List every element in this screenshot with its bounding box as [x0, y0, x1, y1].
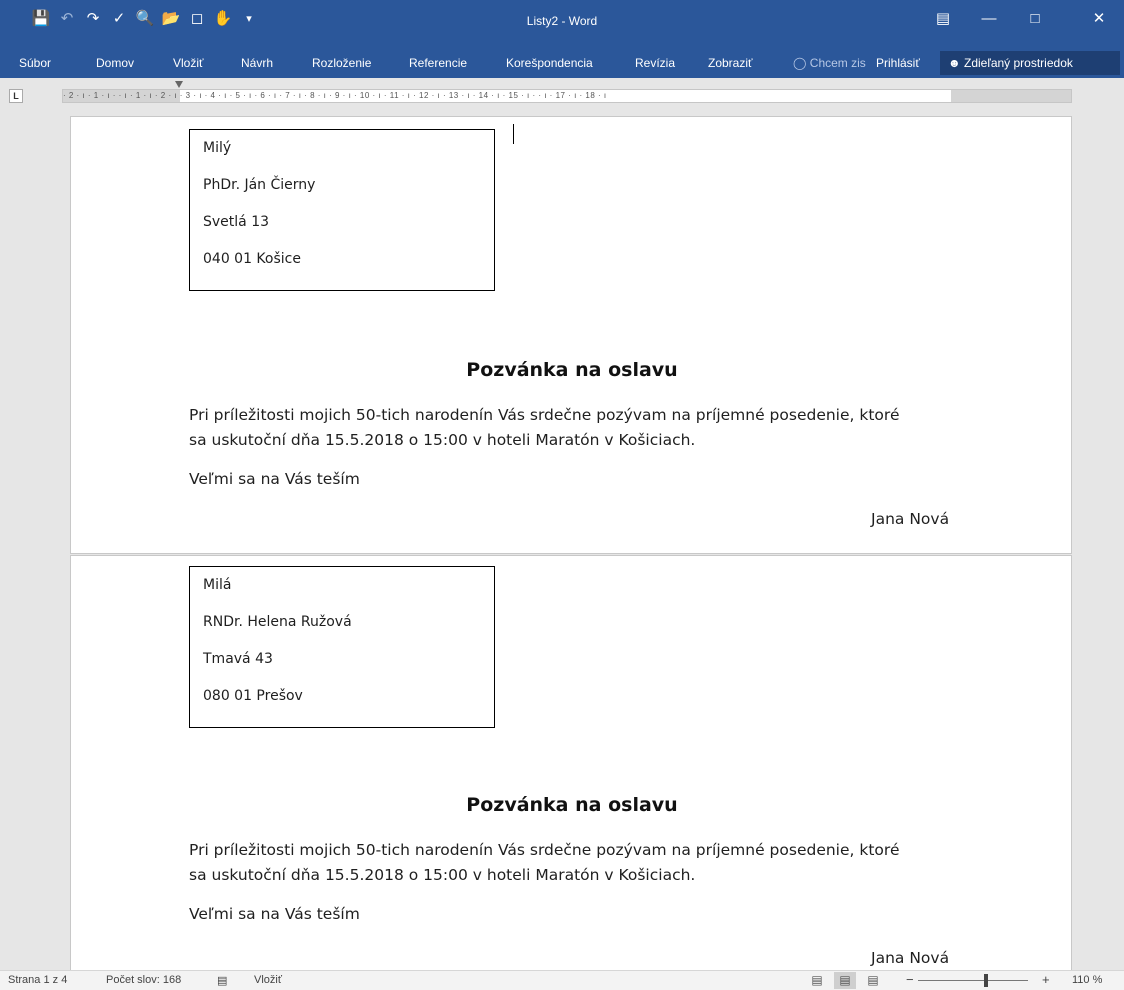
ruler-ticks: · 2 · ı · 1 · ı · · ı · 1 · ı · 2 · ı · …: [63, 91, 607, 100]
letter-body-line: Pri príležitosti mojich 50-tich narodení…: [189, 841, 900, 859]
page[interactable]: Milý PhDr. Ján Čierny Svetlá 13 040 01 K…: [70, 116, 1072, 554]
document-area[interactable]: Milý PhDr. Ján Čierny Svetlá 13 040 01 K…: [0, 114, 1124, 970]
letter-signature: Jana Nová: [871, 510, 950, 528]
status-bar: Strana 1 z 4 Počet slov: 168 ▤ Vložiť ▤ …: [0, 970, 1124, 990]
tell-me-label: Chcem zis: [809, 56, 866, 70]
zoom-slider-thumb[interactable]: [984, 974, 988, 987]
first-line-indent-marker[interactable]: [175, 81, 183, 89]
recipient-city: 080 01 Prešov: [203, 688, 303, 704]
letter-heading: Pozvánka na oslavu: [466, 794, 678, 816]
page[interactable]: Milá RNDr. Helena Ružová Tmavá 43 080 01…: [70, 555, 1072, 970]
tell-me-box[interactable]: ◯ Chcem zis: [793, 56, 866, 70]
zoom-slider-track[interactable]: [918, 980, 1028, 981]
ruler-bar[interactable]: · 2 · ı · 1 · ı · · ı · 1 · ı · 2 · ı · …: [62, 89, 1072, 103]
letter-heading: Pozvánka na oslavu: [466, 359, 678, 381]
zoom-out-button[interactable]: −: [906, 972, 914, 987]
tab-rozlozenie[interactable]: Rozloženie: [312, 56, 371, 70]
close-icon[interactable]: ✕: [1076, 8, 1122, 30]
maximize-icon[interactable]: □: [1012, 8, 1058, 30]
share-label: Zdieľaný prostriedok: [963, 56, 1073, 70]
tab-revizia[interactable]: Revízia: [635, 56, 675, 70]
letter-body-line: sa uskutoční dňa 15.5.2018 o 15:00 v hot…: [189, 866, 696, 884]
letter-closing: Veľmi sa na Vás teším: [189, 470, 360, 488]
minimize-icon[interactable]: —: [966, 8, 1012, 30]
zoom-level[interactable]: 110 %: [1072, 974, 1102, 986]
salutation: Milý: [203, 140, 232, 156]
recipient-street: Svetlá 13: [203, 214, 270, 230]
lightbulb-icon: ◯: [793, 56, 807, 70]
zoom-in-button[interactable]: +: [1042, 972, 1050, 987]
tab-selector[interactable]: L: [9, 89, 23, 103]
letter-closing: Veľmi sa na Vás teším: [189, 905, 360, 923]
tab-vlozit[interactable]: Vložiť: [173, 56, 204, 70]
recipient-name: PhDr. Ján Čierny: [203, 177, 316, 193]
person-icon: ☻: [948, 56, 961, 70]
share-button[interactable]: ☻ Zdieľaný prostriedok: [940, 51, 1120, 75]
title-bar: 💾 ↶ ↷ ✓ 🔍 📂 ◻ ✋ ▾ Listy2 - Word ▤ — □ ✕: [0, 0, 1124, 48]
read-mode-icon[interactable]: ▤: [806, 972, 828, 989]
tab-subor[interactable]: Súbor: [19, 56, 51, 70]
tab-domov[interactable]: Domov: [96, 56, 134, 70]
letter-body-line: Pri príležitosti mojich 50-tich narodení…: [189, 406, 900, 424]
ribbon-display-icon[interactable]: ▤: [920, 8, 966, 30]
ribbon-tabs: Súbor Domov Vložiť Návrh Rozloženie Refe…: [0, 48, 1124, 78]
proofing-icon[interactable]: ▤: [217, 974, 227, 987]
word-count[interactable]: Počet slov: 168: [106, 974, 181, 986]
text-cursor: [513, 124, 514, 144]
web-layout-icon[interactable]: ▤: [862, 972, 884, 989]
recipient-city: 040 01 Košice: [203, 251, 301, 267]
tab-navrh[interactable]: Návrh: [241, 56, 273, 70]
tab-zobrazit[interactable]: Zobraziť: [708, 56, 753, 70]
letter-body-line: sa uskutoční dňa 15.5.2018 o 15:00 v hot…: [189, 431, 696, 449]
address-box[interactable]: Milá RNDr. Helena Ružová Tmavá 43 080 01…: [189, 566, 495, 728]
page-counter[interactable]: Strana 1 z 4: [8, 974, 67, 986]
tab-korespondencia[interactable]: Korešpondencia: [506, 56, 593, 70]
salutation: Milá: [203, 577, 232, 593]
letter-signature: Jana Nová: [871, 949, 950, 967]
print-layout-icon[interactable]: ▤: [834, 972, 856, 989]
horizontal-ruler: L · 2 · ı · 1 · ı · · ı · 1 · ı · 2 · ı …: [0, 78, 1124, 114]
input-mode[interactable]: Vložiť: [254, 974, 282, 986]
tab-referencie[interactable]: Referencie: [409, 56, 467, 70]
address-box[interactable]: Milý PhDr. Ján Čierny Svetlá 13 040 01 K…: [189, 129, 495, 291]
recipient-street: Tmavá 43: [203, 651, 273, 667]
recipient-name: RNDr. Helena Ružová: [203, 614, 352, 630]
sign-in-link[interactable]: Prihlásiť: [876, 56, 920, 70]
